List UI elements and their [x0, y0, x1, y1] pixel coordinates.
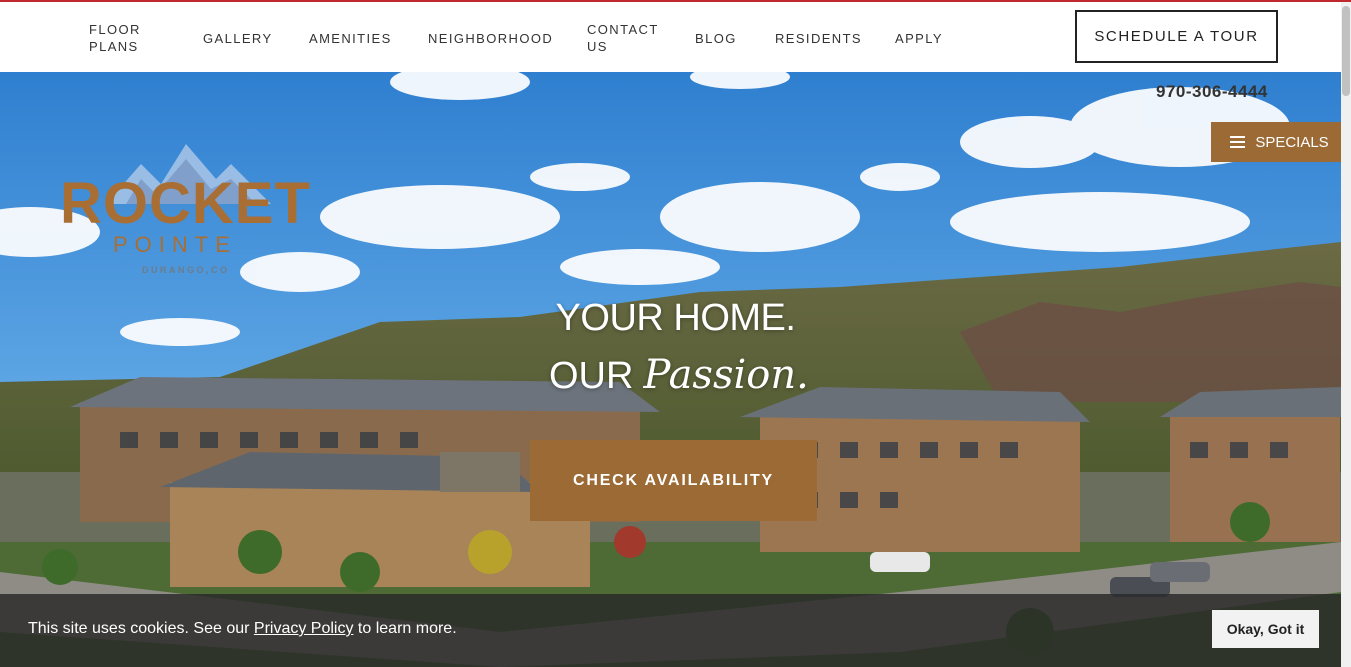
specials-label: SPECIALS: [1255, 133, 1329, 151]
logo-wordmark[interactable]: ROCKET: [60, 170, 311, 237]
page-scrollbar[interactable]: [1341, 2, 1351, 667]
nav-contact-line1: CONTACT: [587, 22, 659, 37]
cookie-banner: This site uses cookies. See our Privacy …: [0, 594, 1341, 667]
hero-headline-line2: OUR Passion.: [549, 352, 809, 398]
nav-blog[interactable]: BLOG: [695, 30, 737, 47]
menu-icon: [1230, 136, 1246, 148]
privacy-policy-link[interactable]: Privacy Policy: [254, 620, 354, 637]
nav-apply[interactable]: APPLY: [895, 30, 943, 47]
cookie-message: This site uses cookies. See our Privacy …: [28, 620, 457, 638]
nav-floor-plans[interactable]: FLOOR PLANS: [89, 21, 141, 55]
logo-city: DURANGO,CO: [142, 265, 230, 275]
cookie-accept-button[interactable]: Okay, Got it: [1212, 610, 1319, 648]
cookie-text-after: to learn more.: [357, 620, 457, 637]
nav-gallery[interactable]: GALLERY: [203, 30, 273, 47]
hero-headline-plain: OUR: [549, 355, 634, 397]
nav-amenities[interactable]: AMENITIES: [309, 30, 392, 47]
nav-contact-us[interactable]: CONTACT US: [587, 21, 659, 55]
nav-neighborhood[interactable]: NEIGHBORHOOD: [428, 30, 553, 47]
nav-floor-plans-line2: PLANS: [89, 39, 139, 54]
nav-contact-line2: US: [587, 39, 608, 54]
cookie-text-before: This site uses cookies. See our: [28, 620, 250, 637]
hero-headline-script: Passion.: [643, 352, 809, 398]
phone-number[interactable]: 970-306-4444: [1156, 82, 1268, 102]
logo-subtitle: POINTE: [113, 232, 237, 257]
specials-button[interactable]: SPECIALS: [1211, 122, 1348, 162]
hero-headline-line1: YOUR HOME.: [555, 297, 796, 339]
main-navigation: FLOOR PLANS GALLERY AMENITIES NEIGHBORHO…: [0, 2, 1351, 72]
nav-residents[interactable]: RESIDENTS: [775, 30, 862, 47]
check-availability-button[interactable]: CHECK AVAILABILITY: [530, 440, 817, 521]
scrollbar-thumb[interactable]: [1342, 6, 1350, 96]
schedule-tour-button[interactable]: SCHEDULE A TOUR: [1075, 10, 1278, 63]
nav-floor-plans-line1: FLOOR: [89, 22, 141, 37]
